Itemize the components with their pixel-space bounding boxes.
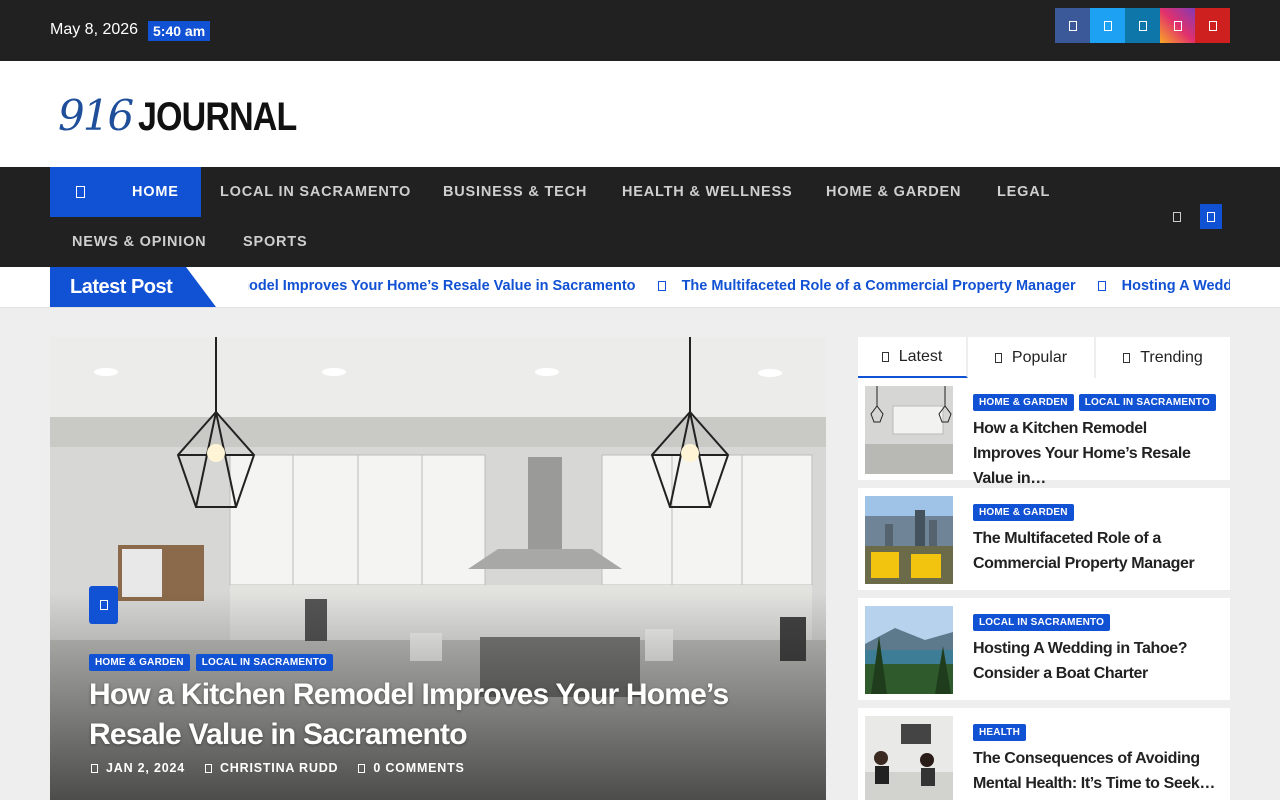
sidebar-post[interactable]: HEALTH The Consequences of Avoiding Ment… <box>858 708 1230 800</box>
subscribe-icon[interactable] <box>1200 204 1222 229</box>
ticker-separator-icon <box>657 281 666 291</box>
nav-item-home[interactable]: HOME <box>110 167 201 217</box>
sidebar-post[interactable]: LOCAL IN SACRAMENTO Hosting A Wedding in… <box>858 598 1230 700</box>
featured-categories: HOME & GARDEN LOCAL IN SACRAMENTO <box>89 654 333 671</box>
comment-icon <box>358 764 366 773</box>
tab-latest[interactable]: Latest <box>858 337 968 378</box>
post-format-icon[interactable] <box>89 586 118 624</box>
sidebar-post[interactable]: HOME & GARDEN LOCAL IN SACRAMENTO How a … <box>858 378 1230 487</box>
linkedin-icon[interactable] <box>1125 8 1160 43</box>
user-icon <box>204 764 212 773</box>
latest-post-bar: Latest Post emodel Improves Your Home’s … <box>0 267 1280 308</box>
sidebar-post-title[interactable]: How a Kitchen Remodel Improves Your Home… <box>973 416 1218 491</box>
top-bar: May 8, 2026 5:40 am <box>0 0 1280 61</box>
nav-item-legal[interactable]: LEGAL <box>997 167 1050 217</box>
fire-icon <box>994 352 1002 363</box>
sidebar-post-title[interactable]: The Consequences of Avoiding Mental Heal… <box>973 746 1218 796</box>
ticker-separator-icon <box>1097 281 1106 291</box>
featured-post[interactable]: HOME & GARDEN LOCAL IN SACRAMENTO How a … <box>50 337 826 800</box>
category-badge[interactable]: HOME & GARDEN <box>973 504 1074 521</box>
post-date[interactable]: JAN 2, 2024 <box>91 761 185 775</box>
nav-item-home-garden[interactable]: HOME & GARDEN <box>826 167 961 217</box>
search-icon[interactable] <box>1166 204 1188 229</box>
nav-item-local-in-sacramento[interactable]: LOCAL IN SACRAMENTO <box>220 167 411 217</box>
home-icon[interactable] <box>50 167 110 217</box>
logo-number: 916 <box>58 91 134 140</box>
current-date: May 8, 2026 <box>50 21 139 38</box>
instagram-icon[interactable] <box>1160 8 1195 43</box>
category-badge[interactable]: LOCAL IN SACRAMENTO <box>973 614 1111 631</box>
calendar-icon <box>91 764 98 773</box>
sidebar-tabs: Latest Popular Trending <box>858 337 1230 378</box>
news-ticker: emodel Improves Your Home’s Resale Value… <box>248 267 1230 307</box>
featured-post-title[interactable]: How a Kitchen Remodel Improves Your Home… <box>89 675 789 755</box>
post-thumbnail[interactable] <box>865 496 953 584</box>
category-badge[interactable]: LOCAL IN SACRAMENTO <box>1078 394 1216 411</box>
logo-word: JOURNAL <box>138 95 297 139</box>
ticker-item[interactable]: emodel Improves Your Home’s Resale Value… <box>248 278 654 294</box>
facebook-icon[interactable] <box>1055 8 1090 43</box>
youtube-icon[interactable] <box>1195 8 1230 43</box>
featured-post-meta: JAN 2, 2024 CHRISTINA RUDD 0 COMMENTS <box>91 761 465 775</box>
site-logo[interactable]: 916 JOURNAL <box>58 91 325 140</box>
latest-post-label: Latest Post <box>50 267 216 307</box>
site-header: 916 JOURNAL <box>0 61 1280 167</box>
nav-item-business-tech[interactable]: BUSINESS & TECH <box>443 167 587 217</box>
main-nav: HOME LOCAL IN SACRAMENTO BUSINESS & TECH… <box>0 167 1280 267</box>
post-thumbnail[interactable] <box>865 716 953 800</box>
category-badge[interactable]: LOCAL IN SACRAMENTO <box>195 654 333 671</box>
post-thumbnail[interactable] <box>865 606 953 694</box>
nav-item-news-opinion[interactable]: NEWS & OPINION <box>72 217 206 267</box>
tab-popular[interactable]: Popular <box>968 337 1096 378</box>
twitter-icon[interactable] <box>1090 8 1125 43</box>
post-author[interactable]: CHRISTINA RUDD <box>204 761 338 775</box>
trending-icon <box>1123 352 1131 363</box>
category-badge[interactable]: HOME & GARDEN <box>973 394 1074 411</box>
sidebar-post-title[interactable]: The Multifaceted Role of a Commercial Pr… <box>973 526 1218 576</box>
current-time-badge: 5:40 am <box>148 21 211 41</box>
category-badge[interactable]: HOME & GARDEN <box>89 654 190 671</box>
post-comments[interactable]: 0 COMMENTS <box>358 761 464 775</box>
post-thumbnail[interactable] <box>865 386 953 474</box>
nav-item-health-wellness[interactable]: HEALTH & WELLNESS <box>622 167 792 217</box>
nav-item-sports[interactable]: SPORTS <box>243 217 307 267</box>
tab-trending[interactable]: Trending <box>1096 337 1230 378</box>
sidebar-post-title[interactable]: Hosting A Wedding in Tahoe? Consider a B… <box>973 636 1218 686</box>
sidebar-post[interactable]: HOME & GARDEN The Multifaceted Role of a… <box>858 488 1230 590</box>
ticker-item[interactable]: Hosting A Wedding <box>1122 278 1230 294</box>
bolt-icon <box>881 351 889 362</box>
ticker-item[interactable]: The Multifaceted Role of a Commercial Pr… <box>682 278 1094 294</box>
category-badge[interactable]: HEALTH <box>973 724 1027 741</box>
